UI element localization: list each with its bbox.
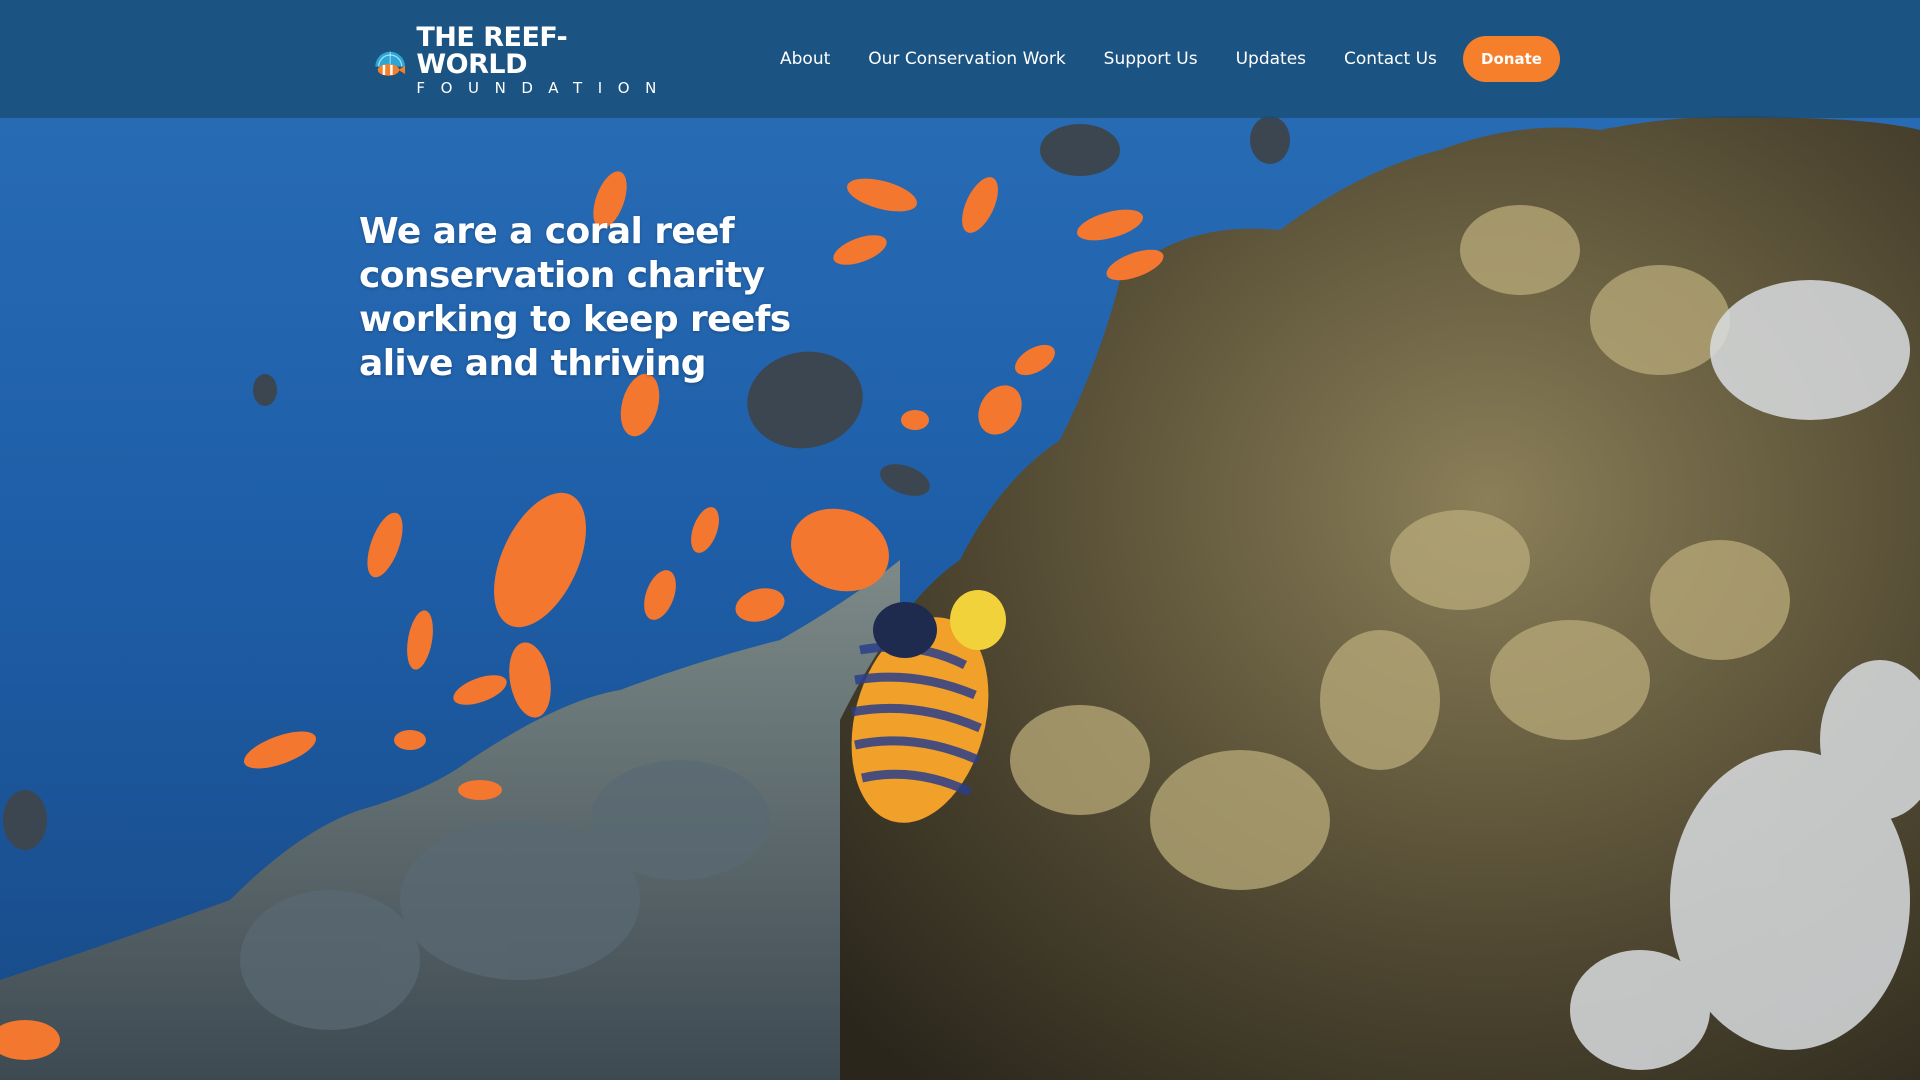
logo-subtitle: FOUNDATION (416, 79, 672, 97)
hero-background-image (0, 0, 1920, 1080)
nav-item-contact-us[interactable]: Contact Us (1344, 49, 1437, 69)
main-menu: About Our Conservation Work Support Us U… (780, 0, 1475, 118)
hero-headline: We are a coral reef conservation charity… (359, 211, 791, 384)
top-navigation-bar: THE REEF-WORLD FOUNDATION About Our Cons… (0, 0, 1920, 118)
site-logo[interactable]: THE REEF-WORLD FOUNDATION (372, 24, 672, 96)
nav-item-updates[interactable]: Updates (1236, 49, 1306, 69)
nav-item-about[interactable]: About (780, 49, 830, 69)
nav-item-support-us[interactable]: Support Us (1104, 49, 1198, 69)
nav-item-conservation-work[interactable]: Our Conservation Work (868, 49, 1065, 69)
logo-title: THE REEF-WORLD (416, 22, 568, 80)
clownfish-globe-icon (375, 51, 406, 76)
donate-button[interactable]: Donate (1463, 36, 1560, 82)
